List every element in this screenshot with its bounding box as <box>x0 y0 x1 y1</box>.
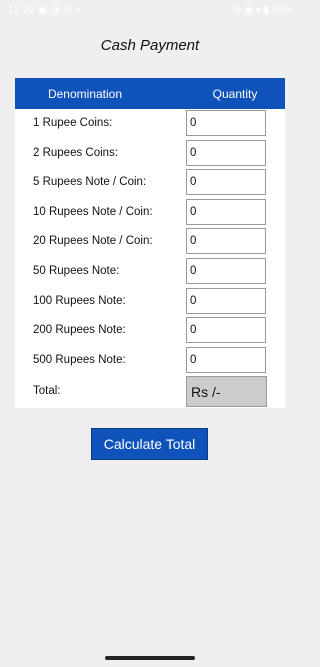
quantity-input-5-rupees[interactable]: 0 <box>186 169 266 196</box>
quantity-input-1-rupee[interactable]: 0 <box>186 110 266 136</box>
table-row-2-rupees: 2 Rupees Coins: 0 <box>15 139 285 169</box>
row-label: 5 Rupees Note / Coin: <box>33 176 147 189</box>
table-row-1-rupee: 1 Rupee Coins: 0 <box>15 109 285 139</box>
row-label: 100 Rupees Note: <box>33 294 126 307</box>
row-label: 1 Rupee Coins: <box>33 117 113 129</box>
calculate-total-button[interactable]: Calculate Total <box>91 428 208 460</box>
table-row-5-rupees: 5 Rupees Note / Coin: 0 <box>15 168 285 198</box>
page-title: Cash Payment <box>100 37 200 54</box>
row-label: 20 Rupees Note / Coin: <box>33 235 153 248</box>
header-denomination: Denomination <box>47 87 123 101</box>
status-time-and-notifications: 11:29 ▣ ◍ ◎ • <box>8 5 81 16</box>
quantity-input-20-rupees[interactable]: 0 <box>186 228 266 255</box>
row-label: 50 Rupees Note: <box>33 264 120 277</box>
gesture-nav-handle[interactable] <box>105 656 195 660</box>
row-label: 500 Rupees Note: <box>33 353 126 366</box>
quantity-input-200-rupees[interactable]: 0 <box>186 317 266 344</box>
table-row-200-rupees: 200 Rupees Note: 0 <box>15 316 285 346</box>
quantity-input-100-rupees[interactable]: 0 <box>186 287 266 314</box>
table-row-500-rupees: 500 Rupees Note: 0 <box>15 346 285 376</box>
status-bar: 11:29 ▣ ◍ ◎ • ⊝ ◉ ▾ ▮ 55% <box>0 0 300 22</box>
header-quantity: Quantity <box>212 87 258 101</box>
denomination-table: Denomination Quantity 1 Rupee Coins: 0 2… <box>15 78 285 409</box>
quantity-input-2-rupees[interactable]: 0 <box>186 139 266 166</box>
total-value: Rs /- <box>186 376 267 408</box>
table-row-10-rupees: 10 Rupees Note / Coin: 0 <box>15 198 285 228</box>
quantity-input-10-rupees[interactable]: 0 <box>186 198 266 225</box>
row-label: 200 Rupees Note: <box>33 324 126 337</box>
table-header: Denomination Quantity <box>15 78 285 109</box>
row-label: 10 Rupees Note / Coin: <box>33 205 153 218</box>
table-row-100-rupees: 100 Rupees Note: 0 <box>15 287 285 317</box>
status-system-icons: ⊝ ◉ ▾ ▮ 55% <box>233 5 292 16</box>
total-label: Total: <box>33 385 61 398</box>
quantity-input-500-rupees[interactable]: 0 <box>186 346 266 373</box>
quantity-input-50-rupees[interactable]: 0 <box>186 257 266 284</box>
row-label: 2 Rupees Coins: <box>33 146 119 159</box>
total-row: Total: Rs /- <box>15 375 285 408</box>
table-row-20-rupees: 20 Rupees Note / Coin: 0 <box>15 227 285 257</box>
table-row-50-rupees: 50 Rupees Note: 0 <box>15 257 285 287</box>
